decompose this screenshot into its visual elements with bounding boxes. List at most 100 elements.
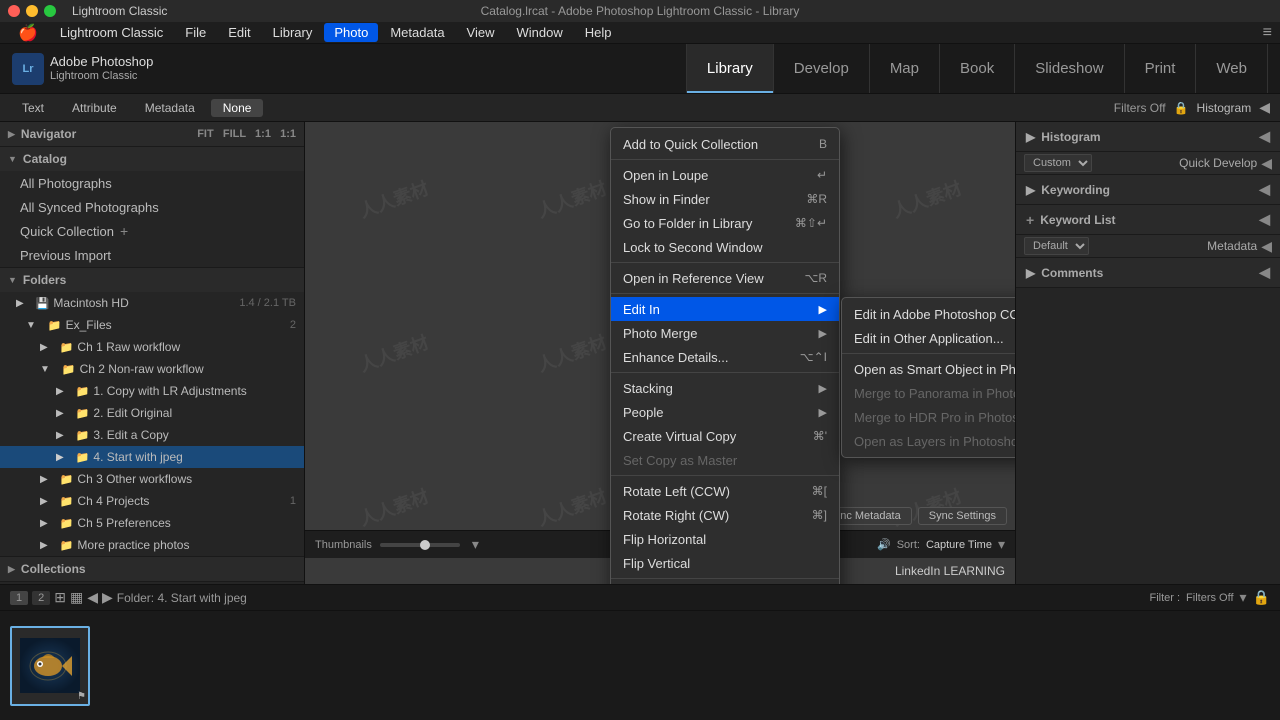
folder-ch5[interactable]: ▶ 📁 Ch 5 Preferences	[0, 512, 304, 534]
metadata-select[interactable]: Default	[1024, 237, 1089, 255]
ctx-go-to-folder[interactable]: Go to Folder in Library ⌘⇧↵	[611, 211, 839, 235]
tab-web[interactable]: Web	[1195, 44, 1268, 93]
ctx-lock-second-window[interactable]: Lock to Second Window	[611, 235, 839, 259]
grid-view-btn[interactable]: ⊞	[54, 589, 66, 606]
folder-ch2[interactable]: ▼ 📁 Ch 2 Non-raw workflow	[0, 358, 304, 380]
quick-collection-add-icon[interactable]: +	[120, 223, 128, 239]
ctx-create-virtual-copy[interactable]: Create Virtual Copy ⌘'	[611, 424, 839, 448]
ctx-edit-other[interactable]: Edit in Other Application... ⌥⌘E	[842, 326, 1015, 350]
ch4-expand-icon: ▶	[40, 496, 48, 507]
ctx-flip-vertical[interactable]: Flip Vertical	[611, 551, 839, 575]
filter-text[interactable]: Text	[10, 99, 56, 117]
ctx-open-loupe[interactable]: Open in Loupe ↵	[611, 163, 839, 187]
apple-menu[interactable]: 🍎	[8, 21, 48, 45]
page-1-btn[interactable]: 1	[10, 591, 28, 605]
filter-none[interactable]: None	[211, 99, 264, 117]
folder-start-jpeg[interactable]: ▶ 📁 4. Start with jpeg	[0, 446, 304, 468]
context-menu[interactable]: Add to Quick Collection B Open in Loupe …	[610, 127, 840, 584]
filter-metadata[interactable]: Metadata	[133, 99, 207, 117]
folder-ex-files[interactable]: ▼ 📁 Ex_Files 2	[0, 314, 304, 336]
menu-help[interactable]: Help	[575, 23, 622, 42]
tab-map[interactable]: Map	[869, 44, 939, 93]
ctx-enhance-details[interactable]: Enhance Details... ⌥⌃I	[611, 345, 839, 369]
page-2-btn[interactable]: 2	[32, 591, 50, 605]
ctx-show-finder[interactable]: Show in Finder ⌘R	[611, 187, 839, 211]
ctx-edit-in[interactable]: Edit In ▶ Edit in Adobe Photoshop CC 201…	[611, 297, 839, 321]
menu-file[interactable]: File	[175, 23, 216, 42]
maximize-button[interactable]	[44, 5, 56, 17]
thumbnail-size-slider[interactable]	[380, 543, 460, 547]
ctx-edit-photoshop[interactable]: Edit in Adobe Photoshop CC 2019... ⌘E	[842, 302, 1015, 326]
ctx-open-reference[interactable]: Open in Reference View ⌥R	[611, 266, 839, 290]
sidebar-item-previous-import[interactable]: Previous Import	[0, 243, 304, 267]
tab-library[interactable]: Library	[686, 44, 773, 93]
right-panel-comments[interactable]: ▶ Comments ◀	[1016, 258, 1280, 288]
open-loupe-shortcut: ↵	[817, 168, 827, 182]
right-panel-keyword-list[interactable]: + Keyword List ◀	[1016, 205, 1280, 235]
menu-photo[interactable]: Photo	[324, 23, 378, 42]
minimize-button[interactable]	[26, 5, 38, 17]
folder-macintosh-hd[interactable]: ▶ 💾 Macintosh HD 1.4 / 2.1 TB	[0, 292, 304, 314]
custom-select[interactable]: Custom	[1024, 154, 1092, 172]
folder-ch3[interactable]: ▶ 📁 Ch 3 Other workflows	[0, 468, 304, 490]
filter-attribute[interactable]: Attribute	[60, 99, 129, 117]
ctx-add-quick-collection[interactable]: Add to Quick Collection B	[611, 132, 839, 156]
folder-edit-original[interactable]: ▶ 📁 2. Edit Original	[0, 402, 304, 424]
folder-more-practice[interactable]: ▶ 📁 More practice photos	[0, 534, 304, 556]
ctx-flip-horizontal[interactable]: Flip Horizontal	[611, 527, 839, 551]
ctx-stacking[interactable]: Stacking ▶	[611, 376, 839, 400]
keywording-collapse: ◀	[1259, 181, 1270, 198]
folder-edit-copy[interactable]: ▶ 📁 3. Edit a Copy	[0, 424, 304, 446]
tab-book[interactable]: Book	[939, 44, 1014, 93]
folders-header[interactable]: ▼ Folders	[0, 268, 304, 292]
sort-value[interactable]: Capture Time	[926, 539, 992, 551]
sidebar-item-all-photographs[interactable]: All Photographs	[0, 171, 304, 195]
close-button[interactable]	[8, 5, 20, 17]
folder-ch1[interactable]: ▶ 📁 Ch 1 Raw workflow	[0, 336, 304, 358]
filter-label: Filter :	[1149, 592, 1180, 604]
ctx-people[interactable]: People ▶	[611, 400, 839, 424]
right-panel-histogram[interactable]: ▶ Histogram ◀	[1016, 122, 1280, 152]
menu-window[interactable]: Window	[507, 23, 573, 42]
sidebar-item-synced-photographs[interactable]: All Synced Photographs	[0, 195, 304, 219]
sync-settings-btn[interactable]: Sync Settings	[918, 507, 1007, 525]
tab-slideshow[interactable]: Slideshow	[1014, 44, 1123, 93]
stacking-arrow: ▶	[819, 382, 827, 395]
histogram-btn[interactable]: Histogram	[1197, 101, 1252, 115]
ctx-smart-object[interactable]: Open as Smart Object in Photoshop...	[842, 357, 1015, 381]
nav-prev-btn[interactable]: ◀	[87, 589, 98, 606]
menu-library[interactable]: Library	[263, 23, 323, 42]
filmstrip-thumb-1[interactable]: ⚑	[10, 626, 90, 706]
quick-collection-label: Quick Collection	[20, 224, 114, 239]
nav-next-btn[interactable]: ▶	[102, 589, 113, 606]
enhance-details-label: Enhance Details...	[623, 350, 729, 365]
menu-lightroom[interactable]: Lightroom Classic	[50, 23, 173, 42]
open-reference-label: Open in Reference View	[623, 271, 764, 286]
filmstrip-view-btn[interactable]: ▦	[70, 589, 83, 606]
collections-header[interactable]: ▶ Collections	[0, 557, 304, 581]
sidebar-item-quick-collection[interactable]: Quick Collection +	[0, 219, 304, 243]
menu-edit[interactable]: Edit	[218, 23, 260, 42]
people-label: People	[623, 405, 663, 420]
ctx-rotate-right[interactable]: Rotate Right (CW) ⌘]	[611, 503, 839, 527]
flip-vertical-label: Flip Vertical	[623, 556, 690, 571]
lr-logo: Lr Adobe Photoshop Lightroom Classic	[12, 53, 153, 85]
tab-print[interactable]: Print	[1124, 44, 1196, 93]
catalog-header[interactable]: ▼ Catalog	[0, 147, 304, 171]
menu-view[interactable]: View	[457, 23, 505, 42]
folder-ch4[interactable]: ▶ 📁 Ch 4 Projects 1	[0, 490, 304, 512]
navigator-header[interactable]: ▶ Navigator FIT FILL 1:1 1:1	[0, 122, 304, 146]
ctx-rotate-left[interactable]: Rotate Left (CCW) ⌘[	[611, 479, 839, 503]
tab-develop[interactable]: Develop	[773, 44, 869, 93]
right-panel-keywording[interactable]: ▶ Keywording ◀	[1016, 175, 1280, 205]
menu-metadata[interactable]: Metadata	[380, 23, 454, 42]
rotate-right-shortcut: ⌘]	[812, 508, 827, 522]
edit-copy-expand-icon: ▶	[56, 430, 64, 441]
navigator-label: Navigator	[21, 127, 76, 141]
folder-copy-lr[interactable]: ▶ 📁 1. Copy with LR Adjustments	[0, 380, 304, 402]
ctx-set-flag[interactable]: Set Flag ▶	[611, 582, 839, 584]
ex-files-label: Ex_Files	[66, 318, 112, 332]
edit-in-label: Edit In	[623, 302, 660, 317]
ctx-merge-panorama: Merge to Panorama in Photoshop...	[842, 381, 1015, 405]
ctx-photo-merge[interactable]: Photo Merge ▶	[611, 321, 839, 345]
